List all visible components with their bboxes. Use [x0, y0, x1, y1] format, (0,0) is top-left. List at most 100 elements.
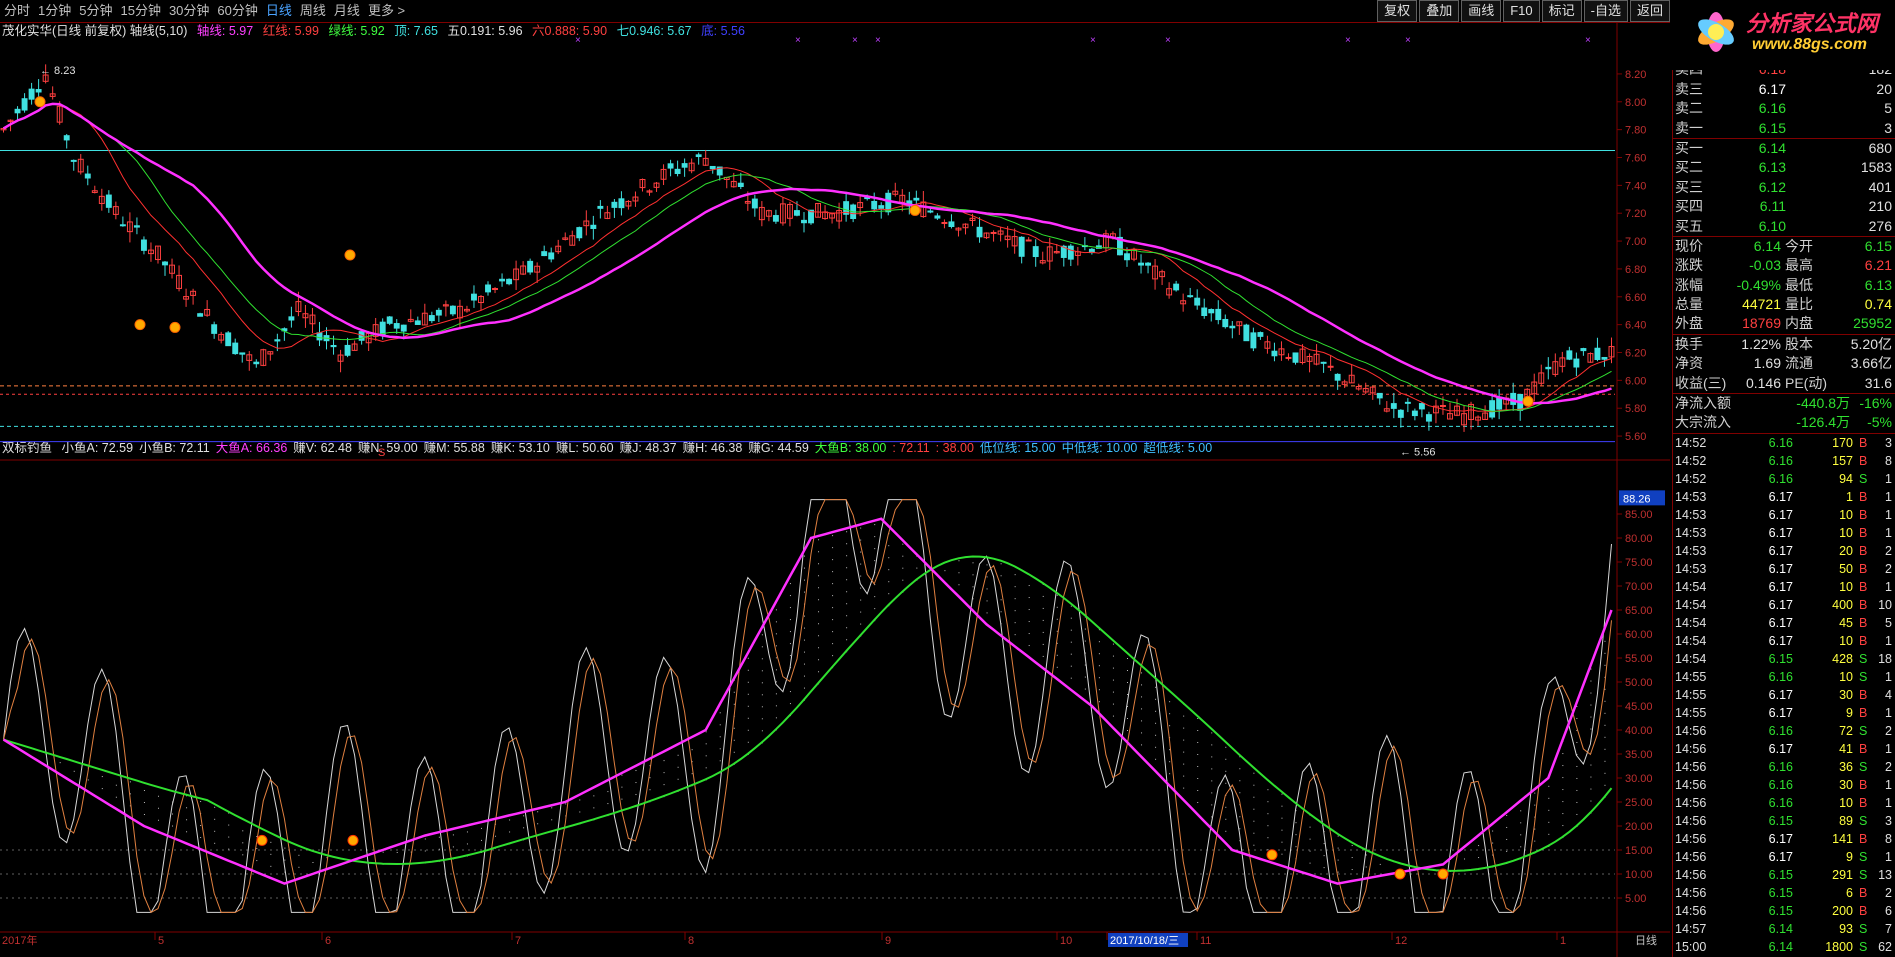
indicator-tick-label: 35.00 [1625, 749, 1653, 761]
tick-count: 1 [1885, 741, 1892, 756]
stat-row: 总量 44721 量比 0.74 [1673, 295, 1895, 314]
tick-row: 14:53 6.17 20 B 2 [1673, 542, 1895, 560]
sells-label: 卖三 [1675, 80, 1703, 97]
period-tab-0[interactable]: 分时 [0, 0, 34, 22]
price-stats: 现价 6.14 今开 6.15 涨跌 -0.03 最高 6.21 涨幅 -0.49% 最低 6.13 总… [1673, 237, 1895, 335]
tick-price: 6.14 [1768, 939, 1793, 954]
axis-ma-line [2, 102, 1612, 405]
period-tab-8[interactable]: 月线 [330, 0, 364, 22]
tick-count: 1 [1885, 507, 1892, 522]
candle-body [1566, 350, 1573, 360]
period-tab-2[interactable]: 5分钟 [75, 0, 116, 22]
stat2-row: 换手 1.22% 股本 5.20亿 [1673, 335, 1895, 354]
candle-body [435, 309, 442, 316]
tick-volume: 10 [1839, 633, 1853, 648]
toolbar-button-1[interactable]: 叠加 [1419, 0, 1460, 22]
sells-price: 6.15 [1758, 119, 1786, 136]
period-tab-5[interactable]: 60分钟 [213, 0, 261, 22]
indicator-tick-label: 5.00 [1625, 893, 1646, 905]
flow-percent: -5% [1867, 414, 1892, 431]
tick-price: 6.17 [1768, 687, 1793, 702]
candle-body [63, 135, 70, 141]
flow-percent: -16% [1859, 395, 1892, 412]
sells-row[interactable]: 卖一 6.15 3 [1673, 119, 1895, 138]
buys-volume: 276 [1868, 217, 1892, 234]
stat-value: -0.49% [1736, 276, 1781, 293]
candle-body [485, 284, 491, 293]
toolbar-button-5[interactable]: -自选 [1583, 0, 1628, 22]
tick-time: 14:56 [1675, 813, 1707, 828]
candle-body [1327, 365, 1334, 368]
period-tab-6[interactable]: 日线 [262, 0, 296, 22]
kline-chart[interactable]: 8.20 8.00 7.80 7.60 7.40 7.20 7.00 6.80 6.60 6.40… [0, 22, 1670, 957]
toolbar-button-4[interactable]: 标记 [1541, 0, 1582, 22]
candle-body [1594, 347, 1601, 360]
tick-price: 6.17 [1768, 741, 1793, 756]
toolbar-button-3[interactable]: F10 [1503, 0, 1540, 22]
candle-body [1208, 309, 1215, 314]
buy-orders: 买一 6.14 680 买二 6.13 1583 买三 6.12 401 买四 6.11 210 买五 6… [1673, 139, 1895, 237]
stat-value: -0.03 [1749, 257, 1781, 274]
buys-row[interactable]: 买三 6.12 401 [1673, 178, 1895, 197]
candle-body [35, 89, 42, 93]
toolbar-button-2[interactable]: 画线 [1461, 0, 1502, 22]
sells-row[interactable]: 卖三 6.17 20 [1673, 80, 1895, 99]
candle-body [527, 260, 534, 273]
tick-price: 6.17 [1768, 507, 1793, 522]
candle-body [400, 324, 407, 332]
signal-s-marker: S [378, 447, 385, 459]
period-tab-4[interactable]: 30分钟 [165, 0, 213, 22]
tick-row: 14:55 6.17 30 B 4 [1673, 686, 1895, 704]
candle-body [990, 231, 997, 234]
buys-row[interactable]: 买四 6.11 210 [1673, 197, 1895, 216]
period-tab-1[interactable]: 1分钟 [34, 0, 75, 22]
period-tab-7[interactable]: 周线 [296, 0, 330, 22]
tick-row: 14:56 6.15 6 B 2 [1673, 884, 1895, 902]
stat-row: 涨跌 -0.03 最高 6.21 [1673, 256, 1895, 275]
candle-body [541, 251, 548, 257]
tick-list[interactable]: 14:52 6.16 170 B 3 14:52 6.16 157 B 8 14:52 6.16 94 S… [1673, 434, 1895, 956]
tick-row: 14:54 6.17 10 B 1 [1673, 632, 1895, 650]
svg-text:8: 8 [688, 935, 694, 947]
sells-row[interactable]: 卖二 6.16 5 [1673, 99, 1895, 118]
toolbar-button-6[interactable]: 返回 [1629, 0, 1670, 22]
stat-row: 现价 6.14 今开 6.15 [1673, 237, 1895, 256]
candle-body [492, 288, 498, 291]
indicator-tick-label: 20.00 [1625, 821, 1653, 833]
candle-body [913, 197, 920, 201]
candle-body [1257, 332, 1264, 337]
indicator-tick-label: 50.00 [1625, 677, 1653, 689]
candle-body [695, 154, 702, 158]
tick-price: 6.17 [1768, 615, 1793, 630]
tick-count: 2 [1885, 543, 1892, 558]
period-tab-3[interactable]: 15分钟 [116, 0, 164, 22]
top-x-marker: × [1585, 35, 1591, 46]
tick-side: B [1859, 903, 1868, 918]
flow-row: 大宗流入 -126.4万 -5% [1673, 413, 1895, 432]
candle-body [162, 261, 168, 266]
tick-count: 1 [1885, 669, 1892, 684]
signal-dot [34, 96, 46, 108]
buys-row[interactable]: 买二 6.13 1583 [1673, 158, 1895, 177]
candle-body [197, 313, 204, 317]
tick-count: 1 [1885, 777, 1892, 792]
tick-time: 14:56 [1675, 777, 1707, 792]
candle-body [70, 159, 77, 162]
tick-volume: 6 [1846, 885, 1853, 900]
price-tick-label: 6.40 [1625, 320, 1646, 332]
candle-body [1292, 352, 1299, 363]
tick-row: 14:54 6.17 400 B 10 [1673, 596, 1895, 614]
buys-row[interactable]: 买一 6.14 680 [1673, 139, 1895, 158]
period-tab-9[interactable]: 更多 > [364, 0, 409, 22]
candle-body [1580, 348, 1587, 352]
candle-body [1334, 373, 1341, 381]
toolbar-button-0[interactable]: 复权 [1377, 0, 1418, 22]
stat-row: 外盘 18769 内盘 25952 [1673, 314, 1895, 333]
indicator-signal-dot [347, 834, 359, 846]
candle-body [330, 344, 337, 348]
tick-count: 1 [1885, 849, 1892, 864]
buys-row[interactable]: 买五 6.10 276 [1673, 217, 1895, 236]
tick-volume: 36 [1839, 759, 1853, 774]
candle-body [393, 323, 400, 329]
tick-volume: 291 [1832, 867, 1853, 882]
